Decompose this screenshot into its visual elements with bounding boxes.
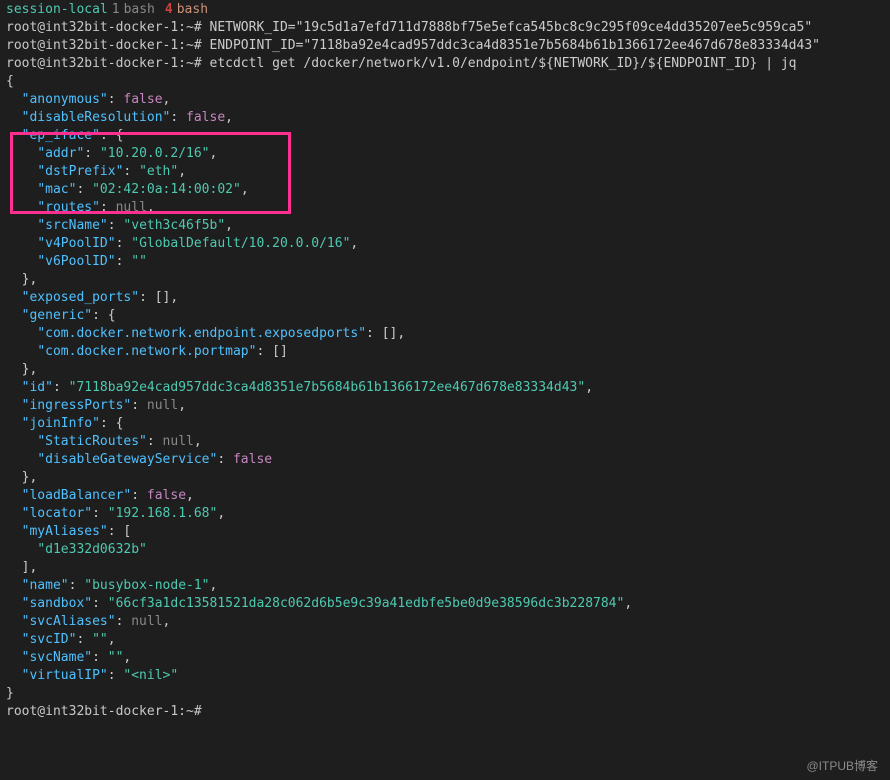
json-key: "svcID"	[22, 632, 77, 647]
terminal-window[interactable]: session-local 1 bash 4 bash root@int32bi…	[0, 0, 890, 780]
shell-prompt: root@int32bit-docker-1:~#	[6, 38, 202, 53]
json-val: false	[123, 92, 162, 107]
json-key: "svcAliases"	[22, 614, 116, 629]
json-val: "02:42:0a:14:00:02"	[92, 182, 241, 197]
json-val: false	[233, 452, 272, 467]
json-key: "srcName"	[37, 218, 107, 233]
shell-prompt: root@int32bit-docker-1:~#	[6, 20, 202, 35]
tab-label-4[interactable]: bash	[177, 2, 208, 17]
json-val: "GlobalDefault/10.20.0.0/16"	[131, 236, 350, 251]
json-val: "10.20.0.2/16"	[100, 146, 210, 161]
json-key: "routes"	[37, 200, 100, 215]
json-val: "7118ba92e4cad957ddc3ca4d8351e7b5684b61b…	[69, 380, 586, 395]
json-key: "disableGatewayService"	[37, 452, 217, 467]
json-val: "66cf3a1dc13581521da28c062d6b5e9c39a41ed…	[108, 596, 625, 611]
json-key: "StaticRoutes"	[37, 434, 147, 449]
json-key: "ingressPorts"	[22, 398, 132, 413]
watermark: @ITPUB博客	[806, 757, 878, 774]
json-val: "192.168.1.68"	[108, 506, 218, 521]
json-key: "disableResolution"	[22, 110, 171, 125]
json-key: "ep_iface"	[22, 128, 100, 143]
json-val: ""	[108, 650, 124, 665]
json-val: "<nil>"	[123, 668, 178, 683]
tmux-tabs: session-local 1 bash 4 bash	[0, 0, 890, 17]
cmd-1: NETWORK_ID="19c5d1a7efd711d7888bf75e5efc…	[210, 20, 813, 35]
json-val: "veth3c46f5b"	[123, 218, 225, 233]
json-key: "myAliases"	[22, 524, 108, 539]
json-key: "loadBalancer"	[22, 488, 132, 503]
json-val: "eth"	[139, 164, 178, 179]
tab-index-4[interactable]: 4	[165, 2, 173, 17]
json-val: "d1e332d0632b"	[37, 542, 147, 557]
json-key: "generic"	[22, 308, 92, 323]
tab-label-1[interactable]: bash	[124, 2, 155, 17]
tab-index-1[interactable]: 1	[112, 2, 120, 17]
json-val: null	[116, 200, 147, 215]
json-key: "addr"	[37, 146, 84, 161]
cmd-3: etcdctl get /docker/network/v1.0/endpoin…	[210, 56, 797, 71]
json-key: "v4PoolID"	[37, 236, 115, 251]
json-val: null	[163, 434, 194, 449]
json-val: "busybox-node-1"	[84, 578, 209, 593]
json-key: "com.docker.network.endpoint.exposedport…	[37, 326, 366, 341]
json-key: "joinInfo"	[22, 416, 100, 431]
json-key: "name"	[22, 578, 69, 593]
cmd-2: ENDPOINT_ID="7118ba92e4cad957ddc3ca4d835…	[210, 38, 820, 53]
json-key: "mac"	[37, 182, 76, 197]
shell-prompt: root@int32bit-docker-1:~#	[6, 56, 202, 71]
session-name: session-local	[6, 2, 108, 17]
json-key: "locator"	[22, 506, 92, 521]
json-key: "dstPrefix"	[37, 164, 123, 179]
json-key: "v6PoolID"	[37, 254, 115, 269]
shell-prompt: root@int32bit-docker-1:~#	[6, 704, 202, 719]
json-key: "exposed_ports"	[22, 290, 139, 305]
json-val: null	[131, 614, 162, 629]
json-val: false	[147, 488, 186, 503]
json-key: "svcName"	[22, 650, 92, 665]
json-key: "sandbox"	[22, 596, 92, 611]
json-key: "com.docker.network.portmap"	[37, 344, 256, 359]
json-val: ""	[92, 632, 108, 647]
json-val: null	[147, 398, 178, 413]
json-key: "virtualIP"	[22, 668, 108, 683]
json-val: ""	[131, 254, 147, 269]
json-key: "id"	[22, 380, 53, 395]
json-val: false	[186, 110, 225, 125]
json-key: "anonymous"	[22, 92, 108, 107]
terminal-output[interactable]: root@int32bit-docker-1:~# NETWORK_ID="19…	[0, 17, 890, 725]
